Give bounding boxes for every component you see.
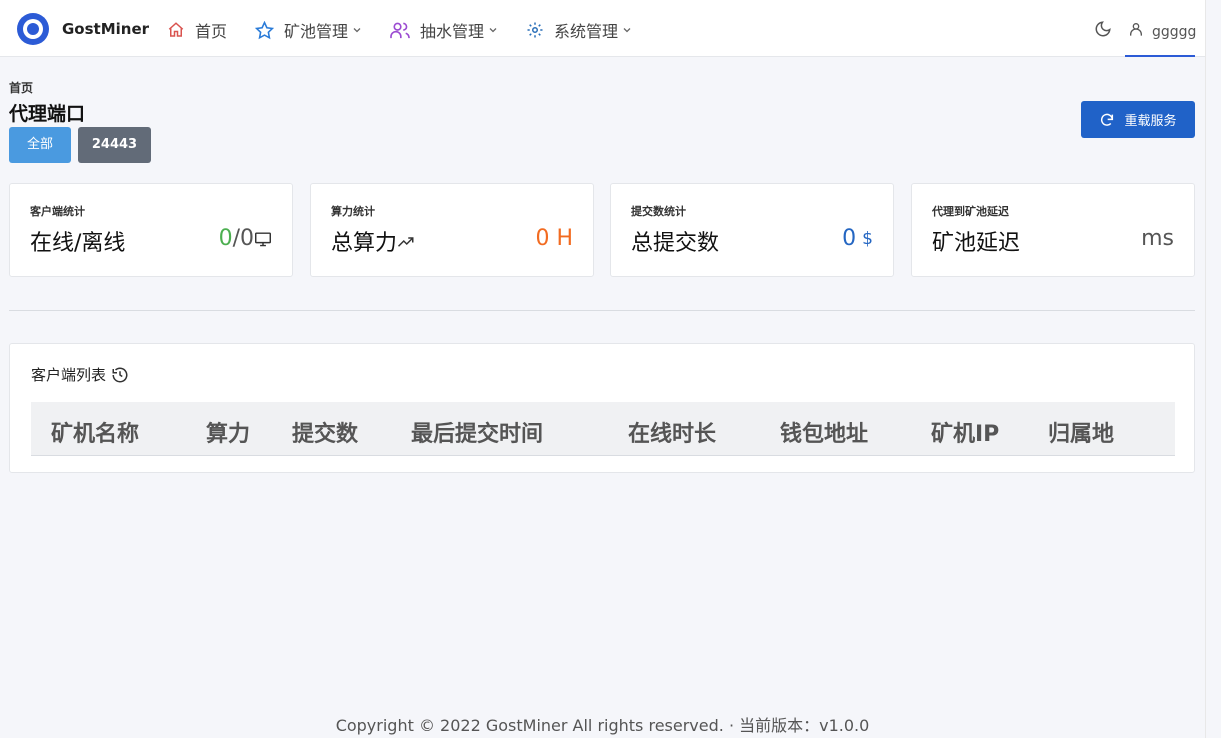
- divider: [9, 310, 1195, 311]
- column-header-last-submit[interactable]: 最后提交时间: [411, 416, 543, 448]
- latency-value: ms: [1141, 226, 1174, 251]
- online-count: 0: [218, 226, 233, 251]
- reload-service-button[interactable]: 重载服务: [1081, 101, 1195, 138]
- card-title: 矿池延迟: [932, 231, 1021, 256]
- users-icon: [390, 22, 410, 39]
- page-title: 代理端口: [9, 103, 86, 125]
- refresh-icon: [1101, 113, 1114, 126]
- top-nav: GostMiner 首页 矿池管理 抽水管理 系统管理 ggggg: [0, 0, 1221, 57]
- moon-icon[interactable]: [1094, 20, 1112, 38]
- filter-port-button[interactable]: 24443: [78, 127, 151, 163]
- column-header-location[interactable]: 归属地: [1048, 416, 1114, 448]
- client-list-title-text: 客户端列表: [31, 366, 107, 384]
- dollar-icon: $: [862, 228, 873, 249]
- offline-count: 0: [240, 226, 254, 251]
- column-header-miner-ip[interactable]: 矿机IP: [931, 416, 999, 448]
- nav-pump-label: 抽水管理: [420, 22, 485, 41]
- trending-up-icon: [397, 237, 414, 247]
- filter-all-button[interactable]: 全部: [9, 127, 71, 163]
- column-header-online-duration[interactable]: 在线时长: [628, 416, 716, 448]
- card-title: 在线/离线: [30, 231, 126, 256]
- card-label: 算力统计: [331, 205, 375, 218]
- logo-icon[interactable]: [17, 13, 49, 45]
- online-offline-value: 0/0: [219, 226, 272, 251]
- gear-icon: [527, 22, 543, 38]
- latency-stats-card: 代理到矿池延迟 矿池延迟 ms: [911, 183, 1195, 277]
- client-list-card: 客户端列表 矿机名称 算力 提交数 最后提交时间 在线时长 钱包地址 矿机IP …: [9, 343, 1195, 473]
- monitor-icon: [255, 231, 271, 246]
- chevron-down-icon: [489, 28, 497, 33]
- username: ggggg: [1152, 24, 1197, 40]
- column-header-miner-name[interactable]: 矿机名称: [51, 416, 139, 448]
- chevron-down-icon: [623, 28, 631, 33]
- home-icon: [168, 22, 184, 37]
- nav-home-label: 首页: [195, 22, 228, 41]
- shares-value: 0 $: [842, 226, 873, 251]
- history-icon[interactable]: [111, 366, 129, 384]
- card-title-wrap: 总算力: [331, 225, 415, 257]
- chevron-down-icon: [353, 28, 361, 33]
- reload-service-label: 重载服务: [1124, 114, 1177, 129]
- column-header-wallet[interactable]: 钱包地址: [780, 416, 868, 448]
- card-label: 代理到矿池延迟: [932, 205, 1009, 218]
- footer: Copyright © 2022 GostMiner All rights re…: [335, 716, 870, 735]
- nav-pool-label: 矿池管理: [284, 22, 349, 41]
- shares-stats-card: 提交数统计 总提交数 0 $: [610, 183, 894, 277]
- nav-pump-management[interactable]: 抽水管理: [390, 18, 498, 42]
- nav-pool-management[interactable]: 矿池管理: [255, 18, 362, 42]
- nav-system-management[interactable]: 系统管理: [526, 18, 632, 42]
- card-title: 总算力: [331, 231, 398, 256]
- count-separator: /: [232, 226, 240, 251]
- nav-home[interactable]: 首页: [167, 18, 227, 42]
- scrollbar[interactable]: [1205, 0, 1221, 738]
- user-icon: [1130, 23, 1142, 36]
- card-title: 总提交数: [631, 231, 720, 256]
- breadcrumb[interactable]: 首页: [9, 79, 33, 96]
- user-menu[interactable]: ggggg: [1125, 0, 1197, 57]
- nav-system-label: 系统管理: [554, 22, 619, 41]
- card-label: 提交数统计: [631, 205, 686, 218]
- table-header: 矿机名称 算力 提交数 最后提交时间 在线时长 钱包地址 矿机IP 归属地: [31, 402, 1175, 456]
- shares-count: 0: [842, 226, 857, 251]
- star-icon: [255, 20, 274, 39]
- brand-name[interactable]: GostMiner: [62, 20, 149, 38]
- column-header-shares[interactable]: 提交数: [292, 416, 358, 448]
- hashrate-stats-card: 算力统计 总算力 0 H: [310, 183, 594, 277]
- column-header-hashrate[interactable]: 算力: [206, 416, 250, 448]
- client-stats-card: 客户端统计 在线/离线 0/0: [9, 183, 293, 277]
- card-label: 客户端统计: [30, 205, 85, 218]
- hashrate-value: 0 H: [535, 226, 573, 251]
- client-list-title: 客户端列表: [31, 364, 129, 385]
